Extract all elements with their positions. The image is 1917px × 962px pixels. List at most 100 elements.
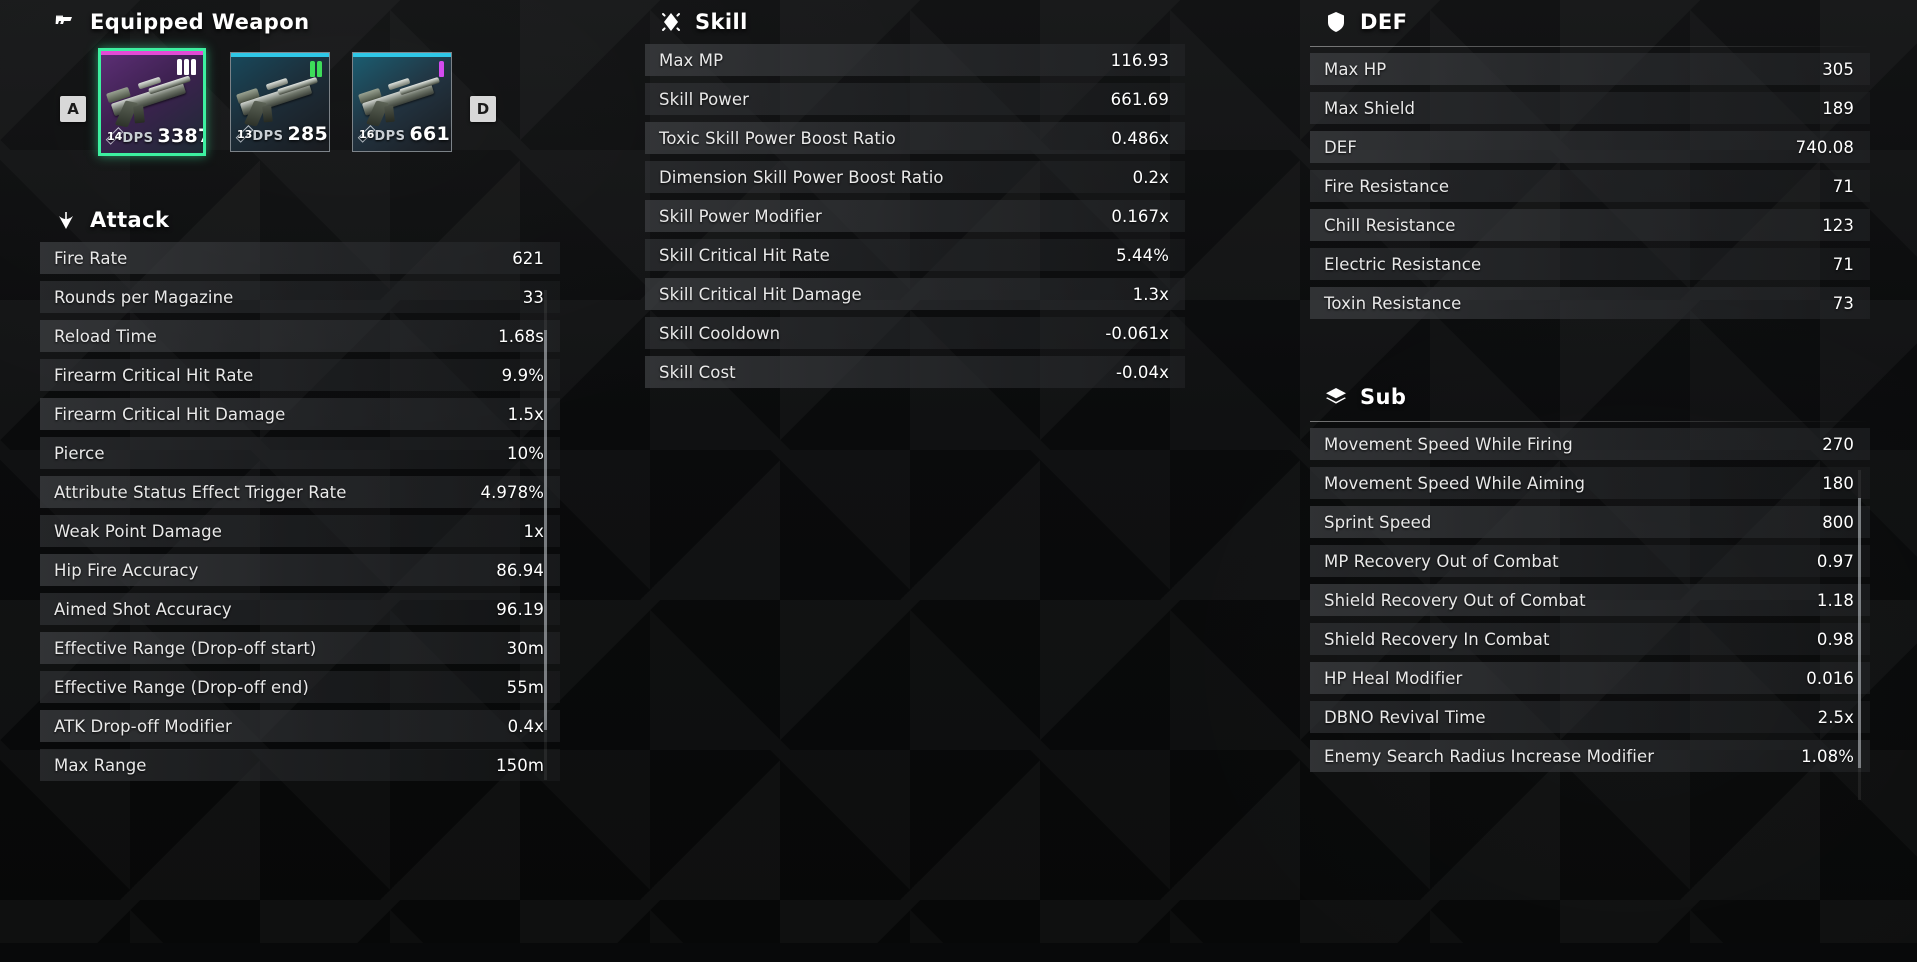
- sub-header-rule: [1310, 421, 1870, 422]
- ammo-type-icon: [310, 61, 322, 77]
- stat-label: Aimed Shot Accuracy: [54, 600, 232, 619]
- attack-arrow-icon: [54, 208, 78, 232]
- weapon-carousel[interactable]: A D 14DPS338713DPS285116DPS6615: [40, 52, 560, 172]
- stat-row: ATK Drop-off Modifier0.4x: [40, 710, 560, 742]
- stat-label: HP Heal Modifier: [1324, 669, 1462, 688]
- stat-row: HP Heal Modifier0.016: [1310, 662, 1870, 694]
- stat-label: Toxin Resistance: [1324, 294, 1461, 313]
- prev-weapon-key[interactable]: A: [60, 96, 86, 122]
- stat-value: 1.3x: [1133, 285, 1169, 304]
- weapon-card-footer: 13DPS2851: [231, 121, 329, 147]
- stat-value: 4.978%: [480, 483, 544, 502]
- weapon-card[interactable]: 14DPS3387: [98, 48, 206, 156]
- stat-row: Fire Resistance71: [1310, 170, 1870, 202]
- stat-row: Skill Critical Hit Rate5.44%: [645, 239, 1185, 271]
- stat-label: DEF: [1324, 138, 1357, 157]
- weapon-card[interactable]: 16DPS6615: [352, 52, 452, 152]
- stat-row: Pierce10%: [40, 437, 560, 469]
- weapon-level-badge: 13: [237, 121, 252, 147]
- stat-value: 800: [1822, 513, 1854, 532]
- left-column: Equipped Weapon A D 14DPS338713DPS285116…: [40, 0, 560, 962]
- skill-stat-list: Max MP116.93 Skill Power661.69 Toxic Skill…: [645, 44, 1185, 388]
- dps-label: DPS: [252, 129, 283, 144]
- stat-label: Rounds per Magazine: [54, 288, 233, 307]
- stat-label: Enemy Search Radius Increase Modifier: [1324, 747, 1654, 766]
- stat-value: 270: [1822, 435, 1854, 454]
- attack-scrollbar-thumb[interactable]: [544, 330, 547, 730]
- def-header: DEF: [1310, 0, 1870, 44]
- stat-label: Skill Cooldown: [659, 324, 780, 343]
- stat-label: Firearm Critical Hit Damage: [54, 405, 285, 424]
- stat-value: 1.5x: [508, 405, 544, 424]
- stat-value: 33: [523, 288, 544, 307]
- weapon-level-badge: 14: [107, 123, 122, 149]
- stat-value: 96.19: [496, 600, 544, 619]
- stat-label: ATK Drop-off Modifier: [54, 717, 232, 736]
- stat-value: 30m: [507, 639, 544, 658]
- rarity-bar: [353, 53, 451, 57]
- stat-label: Toxic Skill Power Boost Ratio: [659, 129, 896, 148]
- stat-row: Enemy Search Radius Increase Modifier 1.0…: [1310, 740, 1870, 772]
- diamond-skill-icon: [659, 10, 683, 34]
- stat-row: Skill Power661.69: [645, 83, 1185, 115]
- stat-row: Reload Time1.68s: [40, 320, 560, 352]
- middle-column: Skill Max MP116.93 Skill Power661.69 Toxic…: [645, 0, 1185, 395]
- stat-row: Max Range150m: [40, 749, 560, 781]
- stat-value: 1.18: [1817, 591, 1854, 610]
- stat-label: Max Range: [54, 756, 147, 775]
- stat-row: Skill Cooldown-0.061x: [645, 317, 1185, 349]
- stat-label: Attribute Status Effect Trigger Rate: [54, 483, 347, 502]
- stat-row: Movement Speed While Aiming180: [1310, 467, 1870, 499]
- stat-row: Skill Cost-0.04x: [645, 356, 1185, 388]
- next-weapon-key[interactable]: D: [470, 96, 496, 122]
- stat-label: Max Shield: [1324, 99, 1415, 118]
- stat-row: Firearm Critical Hit Damage 1.5x: [40, 398, 560, 430]
- attack-title: Attack: [90, 208, 169, 232]
- stat-value: 10%: [507, 444, 544, 463]
- skill-title: Skill: [695, 10, 748, 34]
- stat-label: Chill Resistance: [1324, 216, 1456, 235]
- weapon-level-value: 13: [237, 128, 252, 141]
- sub-scrollbar[interactable]: [1858, 470, 1861, 800]
- pistol-icon: [54, 10, 78, 34]
- ammo-type-icon: [439, 61, 444, 77]
- stat-value: 189: [1822, 99, 1854, 118]
- def-stat-list: Max HP305Max Shield189DEF740.08Fire Resi…: [1310, 53, 1870, 319]
- stat-label: Skill Power Modifier: [659, 207, 822, 226]
- stat-value: 116.93: [1111, 51, 1169, 70]
- stat-row: Movement Speed While Firing270: [1310, 428, 1870, 460]
- stat-row: DBNO Revival Time2.5x: [1310, 701, 1870, 733]
- weapon-level-badge: 16: [359, 121, 374, 147]
- weapon-dps: DPS3387: [122, 125, 206, 147]
- stat-label: Electric Resistance: [1324, 255, 1481, 274]
- attack-scrollbar[interactable]: [544, 290, 547, 780]
- stat-row: Dimension Skill Power Boost Ratio0.2x: [645, 161, 1185, 193]
- stat-label: Firearm Critical Hit Rate: [54, 366, 253, 385]
- weapon-card[interactable]: 13DPS2851: [230, 52, 330, 152]
- stat-row: Max MP116.93: [645, 44, 1185, 76]
- rarity-bar: [231, 53, 329, 57]
- weapon-card-footer: 14DPS3387: [101, 123, 203, 149]
- stat-row: DEF740.08: [1310, 131, 1870, 163]
- stat-label: Effective Range (Drop-off end): [54, 678, 309, 697]
- weapon-level-value: 14: [107, 130, 122, 143]
- dps-value: 3387: [158, 125, 207, 147]
- sub-title: Sub: [1360, 385, 1406, 409]
- stat-row: Skill Critical Hit Damage1.3x: [645, 278, 1185, 310]
- stat-value: 0.486x: [1111, 129, 1169, 148]
- dps-value: 6615: [410, 123, 453, 145]
- sub-scrollbar-thumb[interactable]: [1858, 498, 1861, 768]
- stat-value: 73: [1833, 294, 1854, 313]
- stat-value: 1.08%: [1801, 747, 1854, 766]
- equipped-weapon-title: Equipped Weapon: [90, 10, 309, 34]
- attack-header: Attack: [40, 198, 560, 242]
- def-header-rule: [1310, 46, 1870, 47]
- stat-value: -0.04x: [1116, 363, 1169, 382]
- stat-label: Sprint Speed: [1324, 513, 1431, 532]
- stat-value: 661.69: [1111, 90, 1169, 109]
- stat-row: Sprint Speed 800: [1310, 506, 1870, 538]
- stat-value: 305: [1822, 60, 1854, 79]
- stat-label: Reload Time: [54, 327, 157, 346]
- stat-label: Skill Critical Hit Rate: [659, 246, 830, 265]
- def-title: DEF: [1360, 10, 1407, 34]
